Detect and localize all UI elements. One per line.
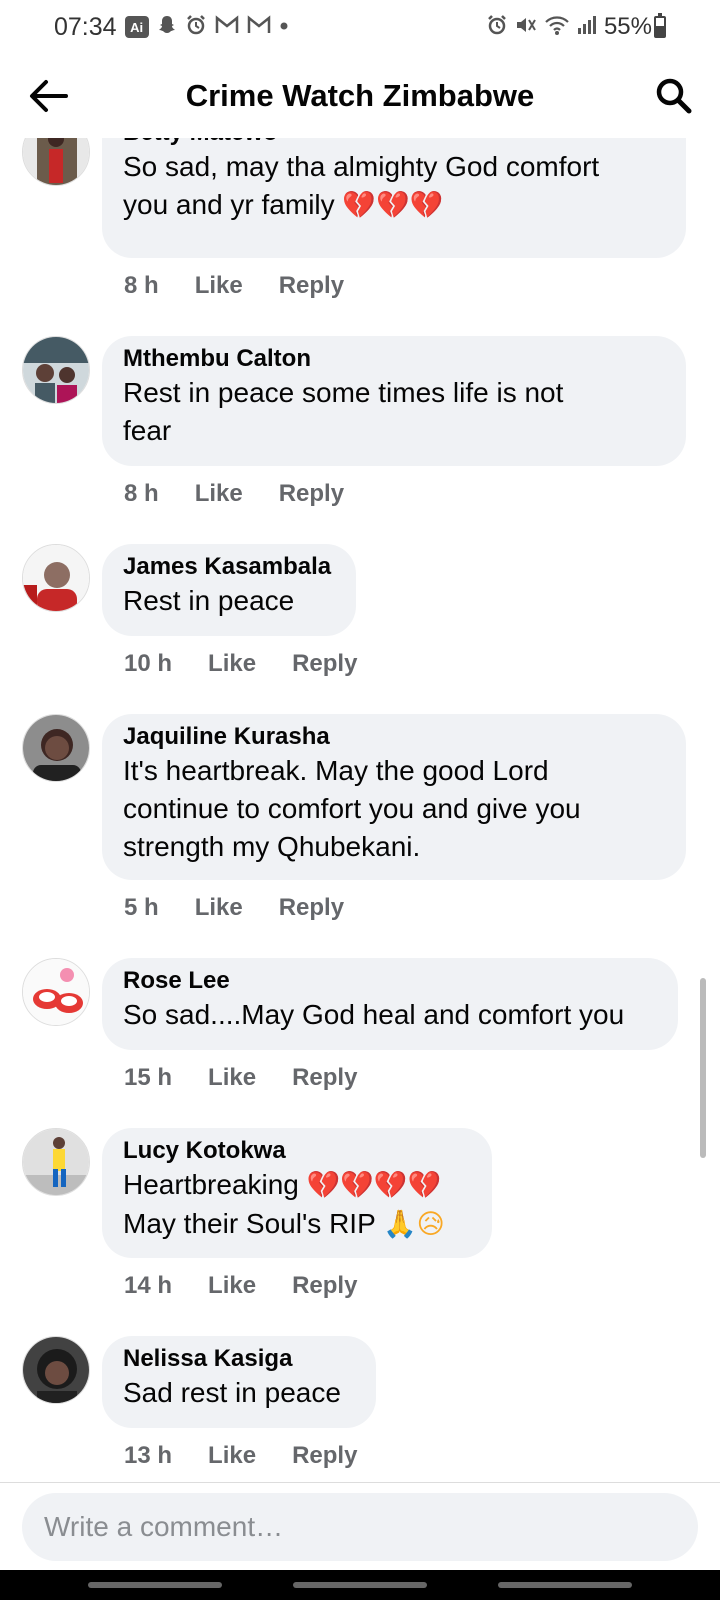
alarm-icon: [185, 14, 207, 41]
comment-author[interactable]: Mthembu Calton: [123, 344, 666, 374]
broken-heart-emoji: 💔💔💔💔: [306, 1170, 442, 1201]
reply-button[interactable]: Reply: [279, 894, 344, 922]
status-left: 07:34 Ai: [54, 10, 289, 44]
reply-button[interactable]: Reply: [292, 1272, 357, 1300]
like-button[interactable]: Like: [208, 650, 256, 678]
gmail-icon: [247, 14, 271, 40]
scrollbar[interactable]: [700, 978, 706, 1158]
comment-text: So sad....May God heal and comfort you: [123, 999, 625, 1030]
comment-bubble[interactable]: Rose Lee So sad....May God heal and comf…: [102, 958, 678, 1050]
avatar[interactable]: [22, 336, 90, 404]
gmail-icon: [215, 14, 239, 40]
comment-bubble[interactable]: Mthembu Calton Rest in peace some times …: [102, 336, 686, 466]
comment-time[interactable]: 14 h: [124, 1272, 172, 1300]
comment-actions: 15 h Like Reply: [124, 1064, 357, 1092]
comment-actions: 10 h Like Reply: [124, 650, 357, 678]
like-button[interactable]: Like: [208, 1064, 256, 1092]
like-button[interactable]: Like: [195, 272, 243, 300]
nav-home-button[interactable]: [293, 1582, 427, 1588]
battery-level: [656, 26, 664, 36]
comment-actions: 14 h Like Reply: [124, 1272, 357, 1300]
comment-author[interactable]: Betty Matewo: [123, 138, 666, 148]
comment-bubble[interactable]: Jaquiline Kurasha It's heartbreak. May t…: [102, 714, 686, 880]
comment-text: May their Soul's RIP 🙏😥: [123, 1208, 445, 1240]
search-icon: [656, 78, 692, 114]
comment-bubble[interactable]: Betty Matewo So sad, may tha almighty Go…: [102, 138, 686, 258]
battery-icon: [654, 13, 666, 38]
comment-text: Heartbreaking 💔💔💔💔: [123, 1169, 442, 1201]
comment-time[interactable]: 13 h: [124, 1442, 172, 1470]
comment-text: Sad rest in peace: [123, 1377, 341, 1408]
comment-text: Rest in peace: [123, 585, 295, 616]
comment-author[interactable]: Rose Lee: [123, 966, 658, 996]
wifi-icon: [544, 14, 570, 41]
comment-text: So sad, may tha almighty God comfort you…: [123, 151, 600, 221]
reply-button[interactable]: Reply: [279, 480, 344, 508]
like-button[interactable]: Like: [208, 1442, 256, 1470]
reply-button[interactable]: Reply: [292, 1442, 357, 1470]
comment-author[interactable]: Jaquiline Kurasha: [123, 722, 666, 752]
comment-actions: 8 h Like Reply: [124, 480, 344, 508]
like-button[interactable]: Like: [195, 894, 243, 922]
avatar[interactable]: [22, 958, 90, 1026]
comments-list[interactable]: Betty Matewo So sad, may tha almighty Go…: [0, 138, 720, 1482]
ai-icon: Ai: [124, 16, 149, 38]
page-title: Crime Watch Zimbabwe: [185, 78, 535, 113]
alarm-icon: [486, 14, 508, 41]
like-button[interactable]: Like: [195, 480, 243, 508]
search-button[interactable]: [650, 72, 698, 120]
nav-back-button[interactable]: [498, 1582, 632, 1588]
comment-actions: 8 h Like Reply: [124, 272, 344, 300]
pray-sad-emoji: 🙏😥: [383, 1209, 445, 1240]
mute-icon: [514, 14, 538, 41]
snapchat-icon: [157, 14, 177, 40]
comment-actions: 13 h Like Reply: [124, 1442, 357, 1470]
avatar[interactable]: [22, 714, 90, 782]
broken-heart-emoji: 💔💔💔: [342, 190, 444, 221]
status-bar: 07:34 Ai 55%: [0, 0, 720, 54]
nav-recent-button[interactable]: [88, 1582, 222, 1588]
comment-time[interactable]: 8 h: [124, 480, 159, 508]
comment-bubble[interactable]: Lucy Kotokwa Heartbreaking 💔💔💔💔 May thei…: [102, 1128, 492, 1258]
avatar[interactable]: [22, 1336, 90, 1404]
reply-button[interactable]: Reply: [292, 1064, 357, 1092]
comment-bubble[interactable]: James Kasambala Rest in peace: [102, 544, 356, 636]
comment-author[interactable]: Lucy Kotokwa: [123, 1136, 472, 1166]
comment-author[interactable]: Nelissa Kasiga: [123, 1344, 356, 1374]
signal-icon: [576, 14, 598, 41]
avatar[interactable]: [22, 138, 90, 186]
like-button[interactable]: Like: [208, 1272, 256, 1300]
app-header: Crime Watch Zimbabwe: [0, 54, 720, 138]
dot-icon: [279, 18, 289, 36]
avatar[interactable]: [22, 544, 90, 612]
battery-percent: 55%: [603, 13, 652, 40]
comment-time[interactable]: 8 h: [124, 272, 159, 300]
status-right: 55%: [486, 10, 652, 44]
comment-text: Rest in peace some times life is not fea…: [123, 377, 564, 446]
comment-time[interactable]: 15 h: [124, 1064, 172, 1092]
comment-bubble[interactable]: Nelissa Kasiga Sad rest in peace: [102, 1336, 376, 1428]
comment-input[interactable]: [22, 1493, 698, 1561]
system-nav-bar: [0, 1570, 720, 1600]
comment-composer: [0, 1482, 720, 1570]
reply-button[interactable]: Reply: [279, 272, 344, 300]
avatar[interactable]: [22, 1128, 90, 1196]
comment-time[interactable]: 10 h: [124, 650, 172, 678]
status-time: 07:34: [54, 12, 117, 41]
reply-button[interactable]: Reply: [292, 650, 357, 678]
comment-author[interactable]: James Kasambala: [123, 552, 336, 582]
comment-time[interactable]: 5 h: [124, 894, 159, 922]
comment-actions: 5 h Like Reply: [124, 894, 344, 922]
comment-text: It's heartbreak. May the good Lord conti…: [123, 755, 581, 862]
